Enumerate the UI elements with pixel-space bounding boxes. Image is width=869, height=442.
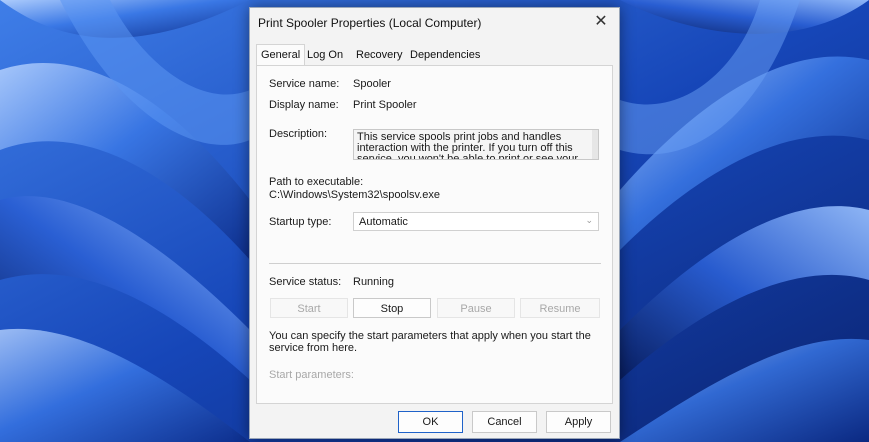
path-label: Path to executable: <box>269 176 364 188</box>
start-parameters-label: Start parameters: <box>269 369 354 381</box>
tab-dependencies[interactable]: Dependencies <box>406 46 484 64</box>
description-box[interactable]: This service spools print jobs and handl… <box>353 129 599 160</box>
tab-general[interactable]: General <box>256 44 306 65</box>
path-value[interactable]: C:\Windows\System32\spoolsv.exe <box>269 189 440 201</box>
close-icon[interactable]: ✕ <box>583 8 619 36</box>
pause-button[interactable]: Pause <box>437 298 515 318</box>
startup-type-value: Automatic <box>359 216 408 228</box>
description-scrollbar[interactable] <box>592 130 598 159</box>
cancel-button[interactable]: Cancel <box>472 411 537 433</box>
properties-dialog: Print Spooler Properties (Local Computer… <box>249 7 620 439</box>
tab-recovery[interactable]: Recovery <box>352 46 406 64</box>
description-text: This service spools print jobs and handl… <box>357 131 578 160</box>
chevron-down-icon: ⌄ <box>585 215 593 225</box>
service-status-label: Service status: <box>269 276 342 288</box>
ok-button[interactable]: OK <box>398 411 463 433</box>
service-status-value: Running <box>353 276 394 288</box>
start-parameters-info: You can specify the start parameters tha… <box>269 330 591 354</box>
resume-button[interactable]: Resume <box>520 298 600 318</box>
display-name-label: Display name: <box>269 99 339 111</box>
apply-button[interactable]: Apply <box>546 411 611 433</box>
general-panel: Service name: Spooler Display name: Prin… <box>256 65 613 404</box>
title-bar[interactable]: Print Spooler Properties (Local Computer… <box>250 8 619 36</box>
startup-type-select[interactable]: Automatic ⌄ <box>353 212 599 231</box>
display-name-value[interactable]: Print Spooler <box>353 99 417 111</box>
startup-type-label: Startup type: <box>269 216 332 228</box>
start-button[interactable]: Start <box>270 298 348 318</box>
tab-log-on[interactable]: Log On <box>303 46 347 64</box>
stop-button[interactable]: Stop <box>353 298 431 318</box>
section-divider <box>269 263 601 264</box>
service-name-value[interactable]: Spooler <box>353 78 391 90</box>
service-name-label: Service name: <box>269 78 340 90</box>
tab-strip: General Log On Recovery Dependencies <box>256 44 613 66</box>
window-title: Print Spooler Properties (Local Computer… <box>258 16 482 30</box>
description-label: Description: <box>269 128 328 140</box>
